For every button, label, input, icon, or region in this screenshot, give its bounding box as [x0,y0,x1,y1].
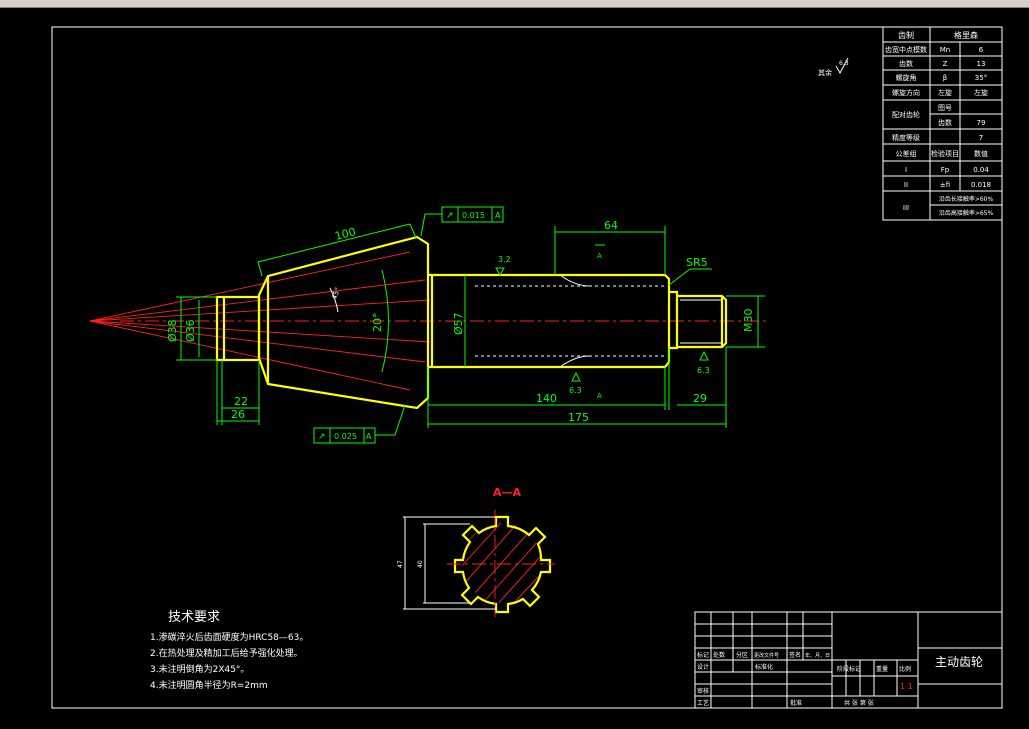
dim-sr5: SR5 [686,256,708,269]
gt-r10c2: 0.018 [971,181,991,189]
tb-process: 工艺 [697,699,709,707]
section-mark-top: A [597,252,602,260]
technical-requirements: 技术要求 1.渗碳淬火后齿面硬度为HRC58—63。 2.在热处理及精加工后给予… [150,610,308,691]
gt-r3c2: 35° [975,74,987,82]
dimensions: 100 64 SR5 M30 Ø38 Ø36 Ø57 20° 45° 22 26… [166,219,765,428]
section-hatch [462,523,542,603]
tol-bottom-datum: A [366,432,372,441]
tb-date: 年、月、日 [805,652,830,659]
gt-r1c2: 6 [979,46,984,54]
tb-weight: 重量 [876,665,888,673]
gt-r1c0: 齿宽中点模数 [885,45,927,54]
tech-line-2: 2.在热处理及精加工后给予强化处理。 [150,647,303,659]
gt-r0c2: 格里森 [954,30,978,40]
dim-22: 22 [234,395,248,408]
tol-bottom-value: 0.025 [334,432,357,441]
roughness-value: 6.3 [839,60,849,67]
tol-bottom-symbol: ↗ [318,432,326,442]
gt-r0c0: 齿制 [898,30,914,40]
dim-m30: M30 [742,309,755,333]
dim-175: 175 [568,411,589,424]
tol-top-value: 0.015 [462,211,485,220]
gt-r4c0: 螺旋方向 [892,88,920,97]
dim-64: 64 [604,219,618,232]
tb-stage: 阶段标记 [837,665,861,673]
roughness-thread: 6.3 [697,366,710,375]
dim-angle20: 20° [371,313,384,333]
tb-review: 审核 [697,687,709,695]
tb-mark: 标记 [697,651,709,659]
roughness-note: 其余 6.3 [818,57,849,77]
cad-drawing-canvas[interactable]: 齿制 格里森 齿宽中点模数 Mn 6 齿数 Z 13 螺旋角 β 35° 螺旋方… [0,8,1029,729]
gt-r8c2: 数值 [974,149,988,158]
gt-r3c1: β [943,74,947,82]
tech-line-3: 3.未注明倒角为2X45°。 [150,663,249,675]
gt-r6c1: 齿数 [938,118,952,127]
gt-r7c0: 精度等级 [892,133,920,142]
tb-sheet: 共 张 第 张 [844,699,874,707]
tech-line-1: 1.渗碳淬火后齿面硬度为HRC58—63。 [150,631,308,643]
dim-100: 100 [334,225,358,243]
roughness-label: 其余 [818,68,832,77]
tech-line-4: 4.未注明圆角半径为R=2mm [150,679,268,691]
gt-r9c2: 0.04 [973,166,989,174]
roughness-top: 3.2 [498,255,511,264]
tol-top-symbol: ↗ [446,211,454,221]
dim-angle-small: 45° [330,286,342,300]
tb-stage-marks: 1 1 [900,682,913,691]
gt-r6c2: 79 [977,119,986,127]
gear-parameter-table: 齿制 格里森 齿宽中点模数 Mn 6 齿数 Z 13 螺旋角 β 35° 螺旋方… [882,26,1003,221]
tb-std: 标准化 [755,663,773,671]
gt-r10c1: ±fi [940,181,950,189]
gt-r2c0: 齿数 [899,59,913,68]
gt-r5c1: 图号 [938,104,952,112]
tb-design: 设计 [697,663,709,671]
section-mark-bottom: A [597,392,602,400]
gt-r9c1: Fp [941,166,950,174]
section-view: A—A 47 40 [397,486,555,617]
window-toolbar-strip [0,0,1029,8]
gt-r11c0: III [903,204,909,212]
gt-r9c0: I [905,166,907,174]
tolerance-frame-top: ↗ 0.015 A [420,206,504,237]
dim-d36: Ø36 [184,319,197,342]
shaft-outline [215,235,728,410]
gt-r4c2: 左旋 [974,88,988,97]
tech-title: 技术要求 [168,610,220,625]
gt-r10c0: II [904,181,908,189]
dim-29: 29 [693,392,707,405]
gt-r3c0: 螺旋角 [896,73,917,82]
section-dim-1: 47 [397,560,404,568]
gt-r11c1: 沿齿长接触率>60% [939,195,994,203]
dim-d57: Ø57 [452,312,465,335]
tb-count: 处数 [713,651,725,659]
gt-r8c1: 检验项目 [931,149,959,158]
gt-r8c0: 公差组 [896,149,917,158]
gt-r1c1: Mn [940,46,950,54]
gt-r4c1: 左旋 [938,88,952,97]
section-title: A—A [493,486,522,499]
dim-d38: Ø38 [166,319,179,342]
tb-sign: 签名 [789,651,801,659]
roughness-bottom: 6.3 [569,386,582,395]
tb-docno: 更改文件号 [754,652,779,659]
tol-top-datum: A [495,211,501,220]
tb-zone: 分区 [736,651,748,659]
gt-r12c1: 沿齿高接触率>65% [939,209,994,217]
tb-scale: 比例 [899,665,911,673]
gt-r7c2: 7 [979,134,983,142]
title-block: 标记 处数 分区 更改文件号 签名 年、月、日 设计 标准化 审核 工艺 批准 … [694,611,1003,709]
tolerance-frame-bottom: ↗ 0.025 A [313,404,406,444]
section-dim-2: 40 [417,560,424,568]
gt-r2c1: Z [943,60,948,68]
dim-26: 26 [231,408,245,421]
tb-part-name: 主动齿轮 [935,655,983,669]
gt-r5c0: 配对齿轮 [892,110,920,119]
dim-140: 140 [536,392,557,405]
tb-approve: 批准 [790,699,802,707]
gt-r2c2: 13 [977,60,986,68]
